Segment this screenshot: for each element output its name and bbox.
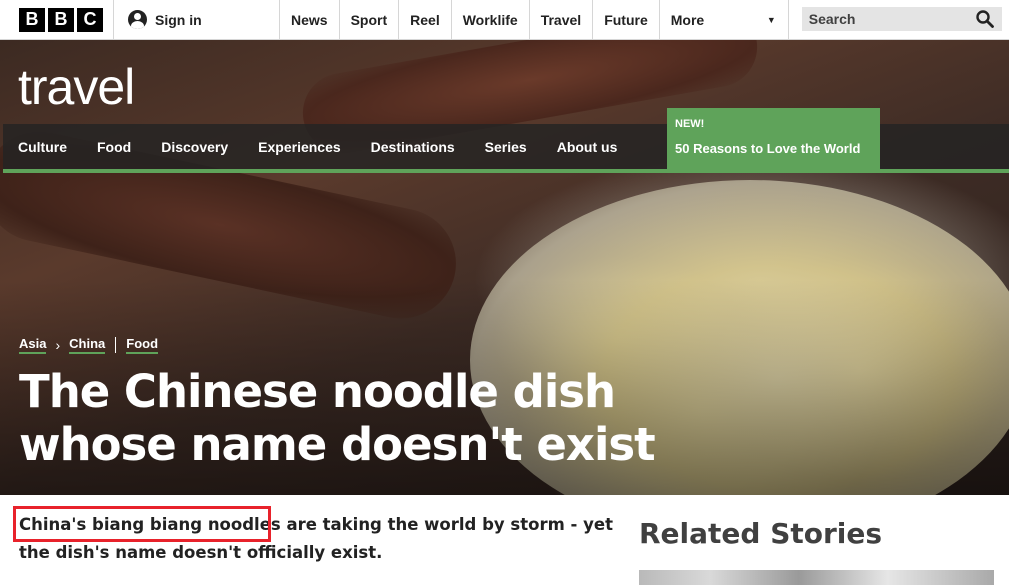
nav-more-label: More bbox=[670, 11, 705, 28]
article-headline: The Chinese noodle dish whose name doesn… bbox=[19, 365, 656, 471]
bbc-logo-letter-2: B bbox=[48, 7, 74, 32]
breadcrumb-asia[interactable]: Asia bbox=[19, 336, 47, 354]
chevron-down-icon: ▼ bbox=[766, 14, 776, 25]
subnav-discovery[interactable]: Discovery bbox=[146, 139, 243, 155]
breadcrumb: Asia › China Food bbox=[19, 336, 159, 354]
nav-news[interactable]: News bbox=[280, 0, 340, 39]
breadcrumb-food[interactable]: Food bbox=[126, 336, 159, 354]
search-placeholder: Search bbox=[808, 11, 856, 27]
sign-in-link[interactable]: Sign in bbox=[113, 0, 279, 39]
nav-sport[interactable]: Sport bbox=[340, 0, 400, 39]
subnav-culture[interactable]: Culture bbox=[3, 139, 82, 155]
subnav-experiences[interactable]: Experiences bbox=[243, 139, 356, 155]
hero-image: travel Culture Food Discovery Experience… bbox=[0, 40, 1009, 495]
highlight-box bbox=[13, 506, 271, 542]
travel-logo[interactable]: travel bbox=[18, 62, 135, 112]
subnav-about-us[interactable]: About us bbox=[542, 139, 633, 155]
bbc-logo-letter-3: C bbox=[77, 7, 103, 32]
nav-travel[interactable]: Travel bbox=[530, 0, 594, 39]
breadcrumb-china[interactable]: China bbox=[69, 336, 106, 354]
related-story-thumbnail[interactable] bbox=[639, 570, 994, 585]
chevron-right-icon: › bbox=[55, 337, 61, 353]
bbc-logo-letter-1: B bbox=[19, 7, 45, 32]
search-input[interactable]: Search bbox=[801, 7, 1002, 31]
nav-reel[interactable]: Reel bbox=[399, 0, 452, 39]
sign-in-label: Sign in bbox=[155, 11, 202, 28]
user-icon bbox=[128, 10, 147, 29]
subnav-series[interactable]: Series bbox=[470, 139, 542, 155]
subnav-food[interactable]: Food bbox=[82, 139, 146, 155]
nav-future[interactable]: Future bbox=[593, 0, 660, 39]
nav-worklife[interactable]: Worklife bbox=[452, 0, 530, 39]
promo-50-reasons[interactable]: NEW! 50 Reasons to Love the World bbox=[667, 108, 880, 169]
promo-new-badge: NEW! bbox=[675, 118, 705, 130]
promo-text: 50 Reasons to Love the World bbox=[675, 141, 861, 156]
related-stories-heading: Related Stories bbox=[639, 517, 883, 550]
subnav-destinations[interactable]: Destinations bbox=[356, 139, 470, 155]
bbc-top-bar: B B C Sign in News Sport Reel Worklife T… bbox=[0, 0, 1009, 40]
search-icon[interactable] bbox=[976, 10, 994, 28]
nav-more-dropdown[interactable]: More ▼ bbox=[660, 0, 789, 39]
global-nav: News Sport Reel Worklife Travel Future M… bbox=[279, 0, 789, 39]
bbc-logo[interactable]: B B C bbox=[0, 0, 113, 39]
breadcrumb-divider bbox=[115, 337, 117, 353]
